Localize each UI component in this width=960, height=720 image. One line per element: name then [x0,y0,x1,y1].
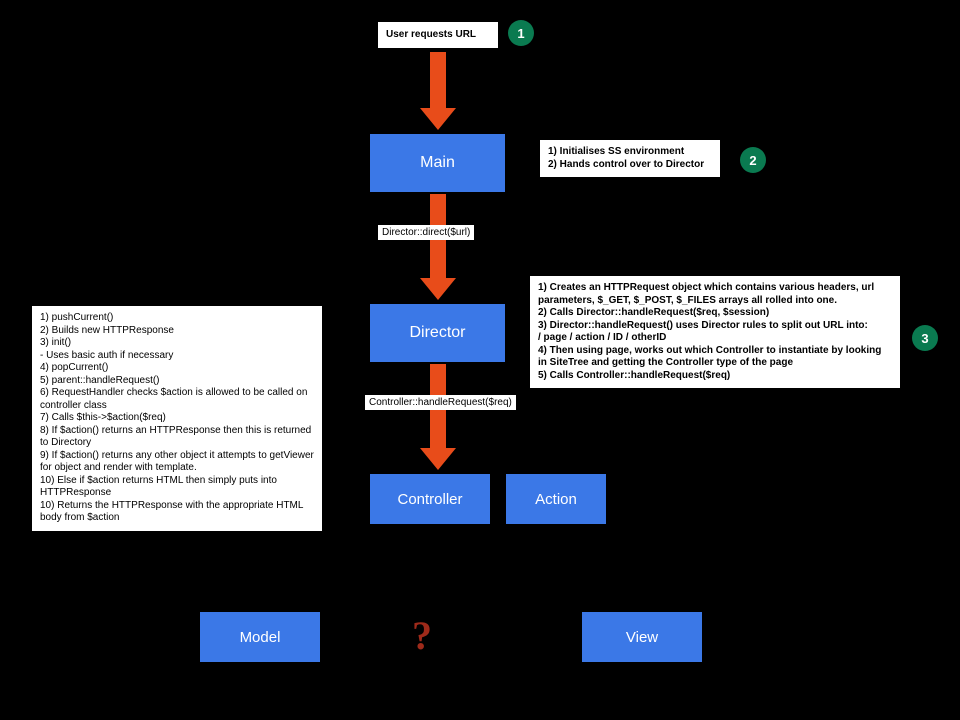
start-node: User requests URL [378,22,498,48]
arrow-start-main [420,52,456,130]
label-direct: Director::direct($url) [378,225,474,240]
block-controller: Controller [370,474,490,524]
badge-2: 2 [740,147,766,173]
label-handle: Controller::handleRequest($req) [365,395,516,410]
arrow-main-director [420,194,456,300]
badge-1: 1 [508,20,534,46]
block-director: Director [370,304,505,362]
block-action: Action [506,474,606,524]
note-controller: 1) pushCurrent() 2) Builds new HTTPRespo… [32,306,322,531]
block-main: Main [370,134,505,192]
badge-3: 3 [912,325,938,351]
block-view: View [582,612,702,662]
arrow-director-controller [420,364,456,470]
note-director: 1) Creates an HTTPRequest object which c… [530,276,900,388]
block-model: Model [200,612,320,662]
diagram-canvas: User requests URL 1 Main 1) Initialises … [0,0,960,720]
note-main: 1) Initialises SS environment 2) Hands c… [540,140,720,177]
question-mark: ? [412,612,432,659]
